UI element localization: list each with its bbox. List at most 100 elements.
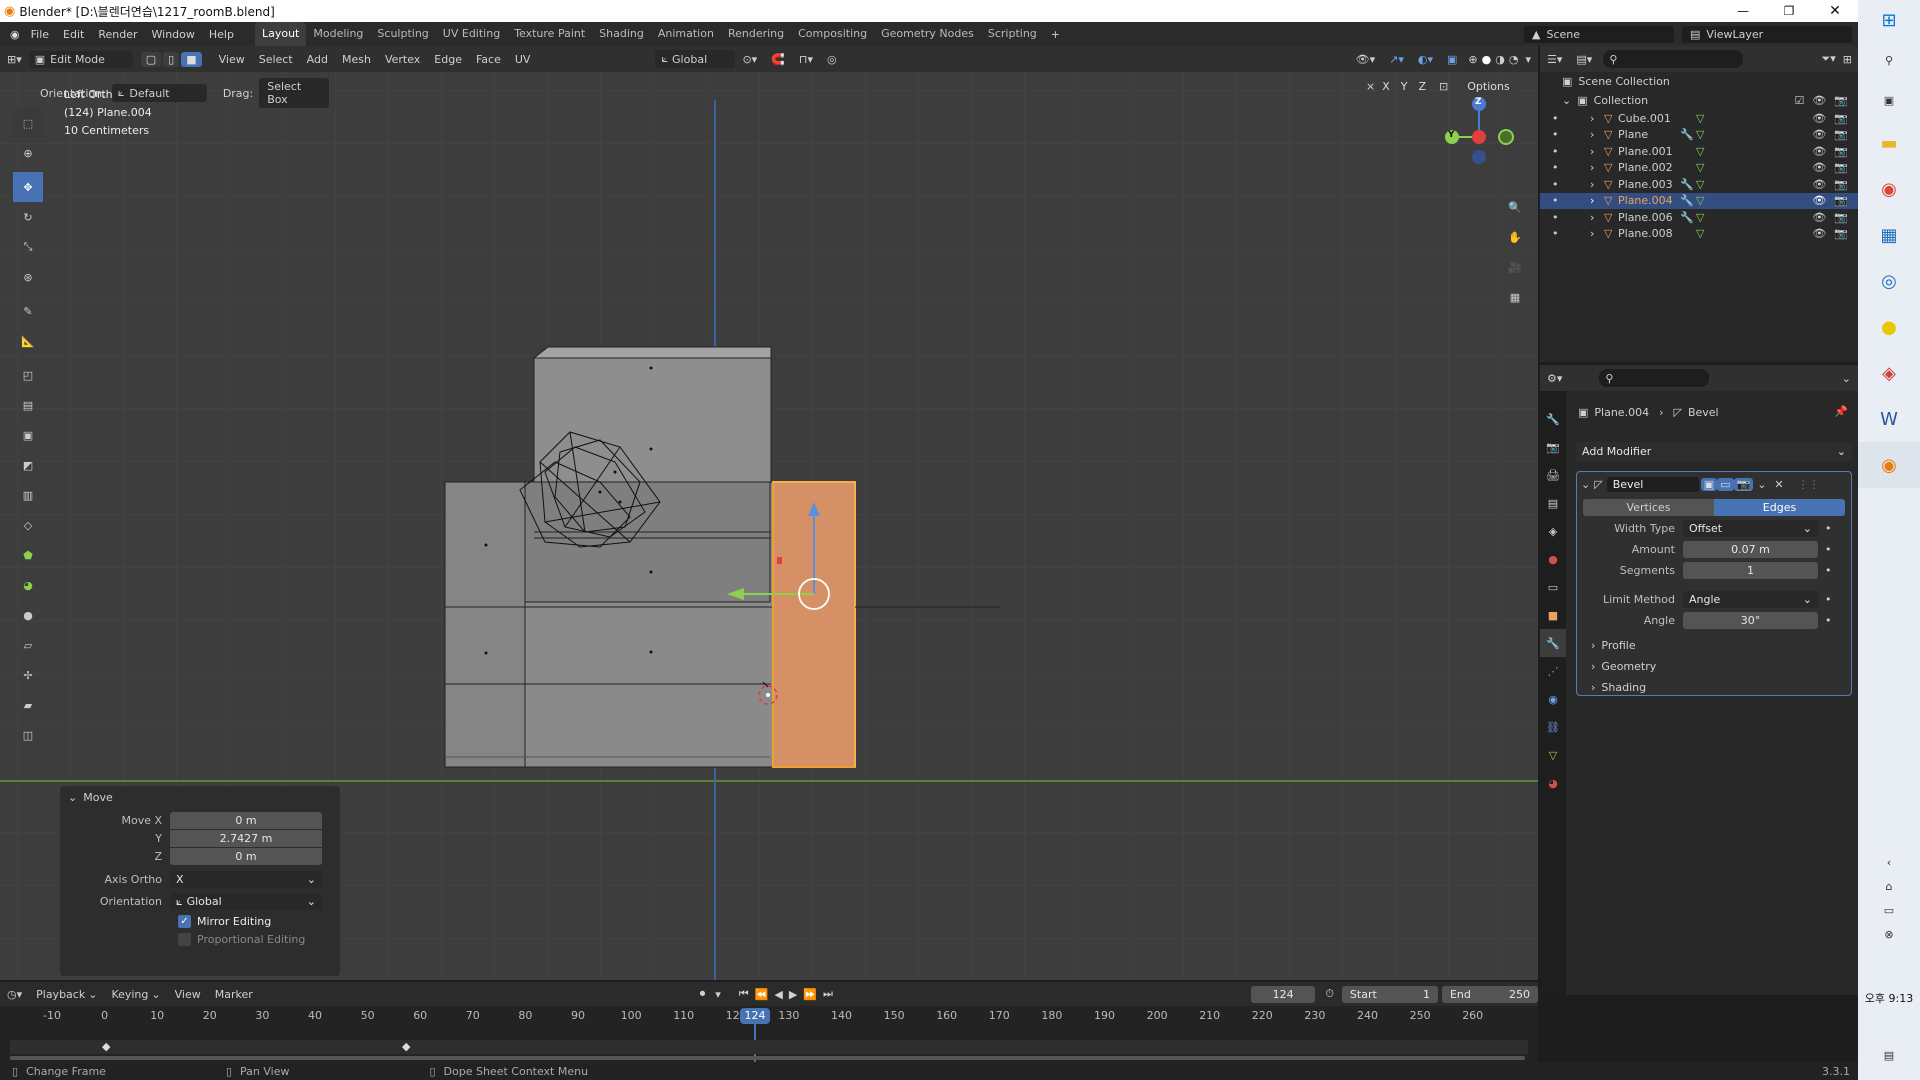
proportional-edit-icon[interactable]: ◎ (820, 53, 844, 66)
edge-select-icon[interactable]: ▯ (163, 51, 180, 67)
visibility-eye-icon[interactable]: 👁 (1812, 112, 1826, 125)
minimize-button[interactable]: — (1720, 4, 1766, 18)
menu-window[interactable]: Window (145, 28, 202, 41)
render-tab-icon[interactable]: 📷 (1540, 433, 1566, 461)
drag-handle-icon[interactable]: ⋮⋮ (1798, 478, 1820, 491)
edit-mode-dot-icon[interactable]: • (1552, 211, 1570, 224)
remove-modifier-icon[interactable]: ✕ (1774, 478, 1783, 491)
recorder-icon[interactable]: ◎ (1858, 258, 1920, 304)
orientation-selector[interactable]: ⟀ Default (111, 84, 207, 102)
calculator-icon[interactable]: ▦ (1858, 212, 1920, 258)
edit-mode-dot-icon[interactable]: • (1552, 128, 1570, 141)
drag-selector[interactable]: Select Box (259, 78, 330, 108)
edit-mode-dot-icon[interactable]: • (1552, 194, 1570, 207)
move-z-field[interactable]: 0 m (170, 848, 322, 865)
workspace-tab-layout[interactable]: Layout (254, 22, 307, 46)
scene-collection-row[interactable]: ▣ Scene Collection (1540, 72, 1858, 91)
scene-selector[interactable]: ▲ Scene (1524, 25, 1674, 43)
render-camera-icon[interactable]: 📷 (1834, 178, 1848, 191)
viewlayer-selector[interactable]: ▤ ViewLayer (1682, 25, 1852, 43)
keyframe-track[interactable]: ◆ ◆ (10, 1040, 1528, 1054)
expand-chevron-icon[interactable]: › (1590, 211, 1604, 224)
add-workspace-button[interactable]: + (1044, 28, 1067, 41)
scale-tool-icon[interactable]: ⤡ (13, 232, 43, 262)
ortho-toggle-icon[interactable]: ▦ (1500, 282, 1530, 312)
render-toggle-icon[interactable]: 📷 (1733, 477, 1754, 491)
collection-tab-icon[interactable]: ▭ (1540, 573, 1566, 601)
outliner-object-row[interactable]: • › ▽ Plane.003 🔧 ▽ 👁 📷 (1540, 176, 1858, 193)
editor-type-icon[interactable]: ⊞▾ (0, 53, 29, 66)
windows-start-icon[interactable]: ⊞ (1858, 0, 1920, 40)
keyframe-icon[interactable]: ◆ (402, 1040, 410, 1053)
keyframe-dot-icon[interactable]: • (1825, 543, 1832, 556)
tray-display-icon[interactable]: ▭ (1858, 898, 1920, 922)
header-menu-select[interactable]: Select (252, 53, 300, 66)
measure-tool-icon[interactable]: 📐 (13, 326, 43, 356)
move-x-field[interactable]: 0 m (170, 812, 322, 829)
outliner-object-row[interactable]: • › ▽ Plane.008 ▽ 👁 📷 (1540, 226, 1858, 243)
shrink-fatten-tool-icon[interactable]: ✢ (13, 660, 43, 690)
restore-button[interactable]: ❐ (1766, 4, 1812, 18)
header-menu-uv[interactable]: UV (508, 53, 538, 66)
chrome-icon[interactable]: ◉ (1858, 166, 1920, 212)
face-select-icon[interactable]: ■ (181, 51, 202, 67)
taskbar-clock[interactable]: 오후 9:13 (1858, 990, 1920, 1006)
visibility-eye-icon[interactable]: 👁 (1812, 178, 1826, 191)
rotate-tool-icon[interactable]: ↻ (13, 202, 43, 232)
next-keyframe-icon[interactable]: ⏩ (803, 988, 817, 1001)
move-tool-icon[interactable]: ✥ (13, 172, 43, 202)
object-tab-icon[interactable]: ■ (1540, 601, 1566, 629)
jump-end-icon[interactable]: ⏭ (823, 987, 833, 1001)
profile-subpanel[interactable]: › Profile (1577, 639, 1851, 652)
axis-z-toggle[interactable]: Z (1414, 79, 1431, 94)
blender-taskbar-icon[interactable]: ◉ (1858, 442, 1920, 488)
properties-options-icon[interactable]: ⌄ (1835, 372, 1858, 385)
word-icon[interactable]: W (1858, 396, 1920, 442)
timeline-menu-marker[interactable]: Marker (208, 988, 260, 1001)
render-camera-icon[interactable]: 📷 (1834, 161, 1848, 174)
render-camera-icon[interactable]: 📷 (1834, 128, 1848, 141)
play-icon[interactable]: ▶ (789, 988, 797, 1001)
render-camera-icon[interactable]: 📷 (1834, 145, 1848, 158)
workspace-tab-shading[interactable]: Shading (592, 22, 651, 46)
close-window-button[interactable]: ✕ (1812, 3, 1858, 19)
tool-tab-icon[interactable]: 🔧 (1540, 405, 1566, 433)
header-menu-vertex[interactable]: Vertex (378, 53, 427, 66)
file-explorer-icon[interactable]: ▬ (1858, 120, 1920, 166)
outliner-object-row[interactable]: • › ▽ Plane.002 ▽ 👁 📷 (1540, 160, 1858, 177)
edit-mode-dot-icon[interactable]: • (1552, 112, 1570, 125)
pin-icon[interactable]: 📌 (1834, 405, 1848, 418)
expand-chevron-icon[interactable]: › (1590, 112, 1604, 125)
properties-search[interactable]: ⚲ (1599, 369, 1710, 387)
render-camera-icon[interactable]: 📷 (1834, 211, 1848, 224)
mode-selector[interactable]: ▣ Edit Mode (28, 50, 133, 68)
outliner-object-row[interactable]: • › ▽ Plane 🔧 ▽ 👁 📷 (1540, 127, 1858, 144)
render-camera-icon[interactable]: 📷 (1834, 112, 1848, 125)
workspace-tab-compositing[interactable]: Compositing (791, 22, 874, 46)
timeline-menu-playback[interactable]: Playback ⌄ (29, 988, 104, 1001)
workspace-tab-sculpting[interactable]: Sculpting (370, 22, 435, 46)
xray-toggle-icon[interactable]: ▣ (1440, 53, 1464, 66)
output-tab-icon[interactable]: 🖨 (1540, 461, 1566, 489)
move-y-field[interactable]: 2.7427 m (170, 830, 322, 847)
extrude-tool-icon[interactable]: ▤ (13, 390, 43, 420)
snap-icon[interactable]: 🧲 (764, 53, 792, 66)
add-cube-tool-icon[interactable]: ◰ (13, 360, 43, 390)
pan-hand-icon[interactable]: ✋ (1500, 222, 1530, 252)
inset-tool-icon[interactable]: ▣ (13, 420, 43, 450)
tray-network-icon[interactable]: ⌂ (1858, 874, 1920, 898)
edit-mode-dot-icon[interactable]: • (1552, 161, 1570, 174)
overlay-toggle-icon[interactable]: ◐▾ (1411, 53, 1440, 66)
shading-options-icon[interactable]: ▾ (1518, 53, 1538, 66)
header-menu-view[interactable]: View (212, 53, 252, 66)
expand-chevron-icon[interactable]: › (1590, 194, 1604, 207)
visibility-eye-icon[interactable]: 👁 (1812, 161, 1826, 174)
start-frame-field[interactable]: Start 1 (1341, 985, 1438, 1003)
visibility-eye-icon[interactable]: 👁 (1812, 227, 1826, 240)
app-icon[interactable]: ◈ (1858, 350, 1920, 396)
edit-mode-toggle-icon[interactable]: ▣ (1700, 477, 1718, 491)
rip-tool-icon[interactable]: ◫ (13, 720, 43, 750)
edit-mode-dot-icon[interactable]: • (1552, 227, 1570, 240)
expand-chevron-icon[interactable]: › (1590, 227, 1604, 240)
shear-tool-icon[interactable]: ▰ (13, 690, 43, 720)
